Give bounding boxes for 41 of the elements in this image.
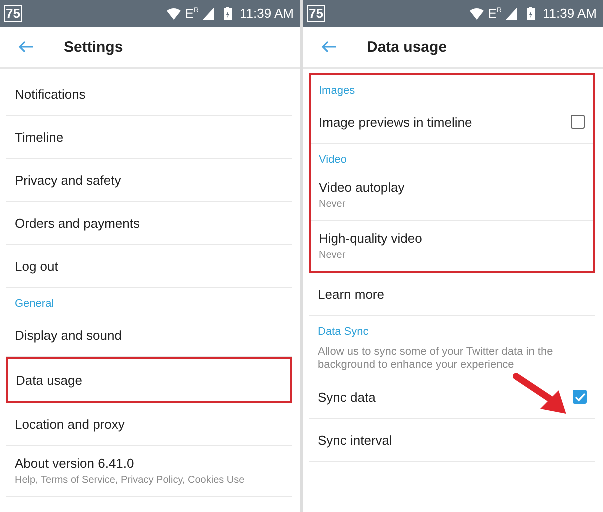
checkbox[interactable] [571,115,585,129]
section-heading: Images [318,84,356,99]
settings-item[interactable]: Orders and payments [15,216,140,230]
battery-icon [527,7,536,20]
settings-item[interactable]: Timeline [15,130,64,144]
signal-icon [203,8,214,20]
settings-item[interactable]: Sync data [318,390,376,404]
settings-item[interactable]: Learn more [318,286,384,302]
settings-item[interactable]: Log out [15,258,58,274]
settings-item[interactable]: Notifications [15,86,86,102]
settings-item[interactable]: About version 6.41.0 [15,456,134,471]
notification-badge: 75 [307,5,326,22]
settings-item[interactable]: Location and proxy [15,416,125,432]
settings-item[interactable]: High-quality video [319,231,422,246]
back-icon[interactable] [18,40,34,54]
checkbox[interactable] [573,390,587,404]
settings-item[interactable]: Image previews in timeline [319,114,472,130]
screen-title: Data usage [367,38,448,56]
settings-item[interactable]: Display and sound [15,328,122,342]
wifi-icon [167,8,182,20]
settings-item[interactable]: Privacy and safety [15,172,122,188]
notification-badge: 75 [4,5,22,22]
section-heading: Data Sync [317,325,370,340]
section-heading: Video [318,153,348,168]
item-subtitle: Never [319,250,347,261]
item-subtitle: Never [319,199,347,210]
settings-item[interactable]: Data usage [16,372,82,388]
battery-icon [224,7,232,20]
description-text: Allow us to sync some of your Twitter data in the background to enhance your experience [317,345,554,373]
item-subtitle: Help, Terms of Service, Privacy Policy, Cookies Use [15,475,246,486]
wifi-icon [470,8,484,20]
settings-item[interactable]: Sync interval [318,432,392,448]
clock: 11:39 AM [240,6,294,21]
network-type: E$^{R}$ [488,6,502,21]
signal-icon [506,8,518,20]
back-icon[interactable] [321,40,337,54]
screen-title: Settings [64,38,124,56]
network-type: E$^{R}$ [185,6,200,21]
clock: 11:39 AM [543,6,597,21]
settings-item[interactable]: Video autoplay [319,180,405,195]
section-heading: General [14,297,56,312]
